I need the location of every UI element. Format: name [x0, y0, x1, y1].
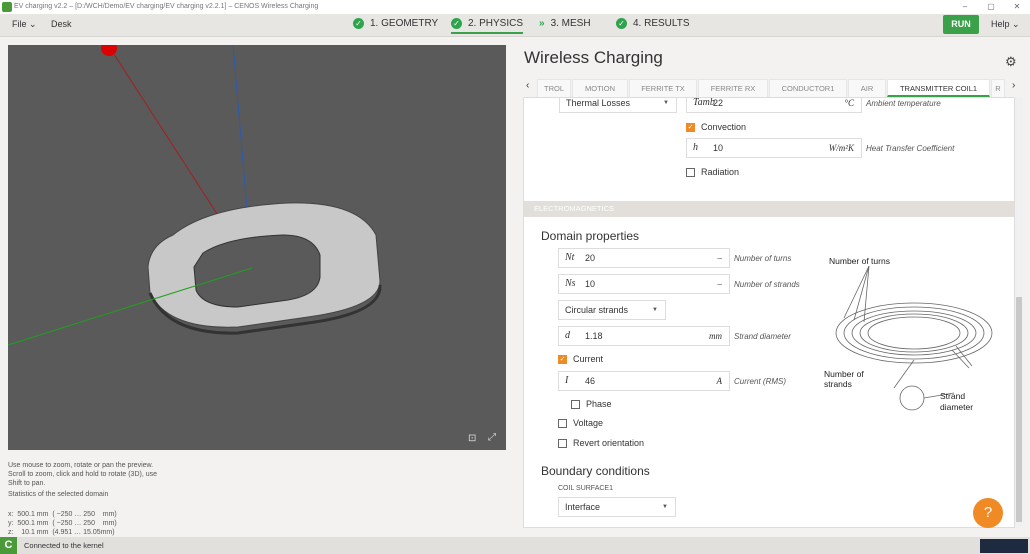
menu-desk[interactable]: Desk	[51, 19, 72, 29]
tab-ferrite-rx[interactable]: FERRITE RX	[698, 79, 768, 97]
gear-icon[interactable]: ⚙	[1005, 54, 1017, 70]
close-button[interactable]: ✕	[1007, 0, 1027, 14]
radiation-checkbox[interactable]: Radiation	[686, 167, 739, 177]
stats-values: x: 500.1 mm ( −250 … 250 mm) y: 500.1 mm …	[8, 511, 117, 536]
phase-checkbox[interactable]: Phase	[571, 399, 612, 409]
thermal-select[interactable]: Thermal Losses ▼	[559, 98, 677, 113]
dropdown-arrow-icon: ▼	[652, 307, 658, 313]
tab-air[interactable]: AIR	[848, 79, 886, 97]
checkbox-icon: ✓	[686, 122, 695, 132]
boundary-title: Boundary conditions	[541, 464, 650, 478]
step-label: 4. RESULTS	[633, 18, 690, 29]
current-field[interactable]: I 46 A	[558, 371, 730, 391]
expand-icon[interactable]: ⤢	[488, 432, 496, 443]
turns-desc: Number of turns	[734, 254, 792, 263]
menu-help[interactable]: Help ⌄	[991, 19, 1020, 30]
status-text: Connected to the kernel	[24, 541, 104, 550]
viewport-help: Use mouse to zoom, rotate or pan the pre…	[8, 462, 158, 487]
cenos-logo-icon: C	[0, 537, 17, 554]
checkbox-icon	[558, 418, 567, 428]
h-desc: Heat Transfer Coefficient	[866, 144, 955, 153]
step-geometry[interactable]: ✓ 1. GEOMETRY	[353, 18, 438, 29]
strand-type-select[interactable]: Circular strands ▼	[558, 300, 666, 320]
convection-checkbox[interactable]: ✓ Convection	[686, 122, 746, 132]
tab-r[interactable]: R	[991, 79, 1005, 97]
app-icon	[2, 2, 12, 12]
checkbox-icon	[558, 438, 567, 448]
fit-view-icon[interactable]: ⊡	[468, 433, 476, 444]
checkbox-icon	[571, 399, 580, 409]
checkbox-icon: ✓	[558, 354, 567, 364]
revert-orientation-checkbox[interactable]: Revert orientation	[558, 438, 644, 448]
page-title: Wireless Charging	[524, 48, 663, 67]
domain-title: Domain properties	[541, 229, 640, 243]
menu-file[interactable]: File ⌄	[12, 19, 37, 30]
current-checkbox[interactable]: ✓ Current	[558, 354, 603, 364]
tab-conductor1[interactable]: CONDUCTOR1	[769, 79, 847, 97]
tab-control[interactable]: TROL	[537, 79, 571, 97]
current-desc: Current (RMS)	[734, 377, 787, 386]
tab-transmitter-coil1[interactable]: TRANSMITTER COIL1	[887, 79, 990, 97]
voltage-checkbox[interactable]: Voltage	[558, 418, 603, 428]
3d-viewport[interactable]: ⊡ ⤢	[8, 45, 506, 450]
diameter-field[interactable]: d 1.18 mm	[558, 326, 730, 346]
surface-label: COIL SURFACE1	[558, 485, 613, 492]
stats-title: Statistics of the selected domain	[8, 491, 109, 498]
step-results[interactable]: ✓ 4. RESULTS	[616, 18, 690, 29]
window-title: EV charging v2.2 – [D:/WCH/Demo/EV charg…	[14, 3, 319, 10]
tab-motion[interactable]: MOTION	[572, 79, 628, 97]
check-icon: ✓	[451, 18, 462, 29]
section-header: ELECTROMAGNETICS	[524, 201, 1014, 217]
step-label: 2. PHYSICS	[468, 18, 524, 29]
dropdown-arrow-icon: ▼	[663, 100, 669, 106]
check-icon: ✓	[616, 18, 627, 29]
coil-model	[8, 45, 382, 346]
help-button[interactable]: ?	[973, 498, 1003, 528]
tab-scroll-left[interactable]: ‹	[526, 80, 529, 91]
coil-diagram: Number of turns Number of strands Strand…	[824, 248, 1004, 428]
step-label: 3. MESH	[550, 18, 591, 29]
scrollbar-thumb[interactable]	[1016, 297, 1022, 522]
tamb-field[interactable]: Tamb 22 °C	[686, 98, 862, 113]
step-physics[interactable]: ✓ 2. PHYSICS	[451, 18, 524, 34]
h-field[interactable]: h 10 W/m²K	[686, 138, 862, 158]
diameter-desc: Strand diameter	[734, 332, 791, 341]
turns-field[interactable]: Nt 20–	[558, 248, 730, 268]
double-chevron-icon: »	[539, 18, 545, 29]
run-button[interactable]: RUN	[943, 15, 979, 34]
strands-desc: Number of strands	[734, 280, 800, 289]
interface-select[interactable]: Interface ▼	[558, 497, 676, 517]
strands-field[interactable]: Ns 10–	[558, 274, 730, 294]
minimize-button[interactable]: –	[955, 0, 975, 14]
step-label: 1. GEOMETRY	[370, 18, 439, 29]
step-mesh[interactable]: » 3. MESH	[539, 18, 591, 29]
checkbox-icon	[686, 167, 695, 177]
tab-scroll-right[interactable]: ›	[1012, 80, 1015, 91]
check-icon: ✓	[353, 18, 364, 29]
tab-ferrite-tx[interactable]: FERRITE TX	[629, 79, 697, 97]
status-bar: C Connected to the kernel	[0, 537, 1030, 554]
notification-thumbnail	[980, 539, 1028, 553]
tamb-desc: Ambient temperature	[866, 99, 941, 108]
maximize-button[interactable]: ▢	[981, 0, 1001, 14]
title-bar: EV charging v2.2 – [D:/WCH/Demo/EV charg…	[0, 0, 1030, 14]
properties-panel: Thermal Losses ▼ Tamb 22 °C Ambient tempera…	[523, 97, 1015, 528]
dropdown-arrow-icon: ▼	[662, 504, 668, 510]
